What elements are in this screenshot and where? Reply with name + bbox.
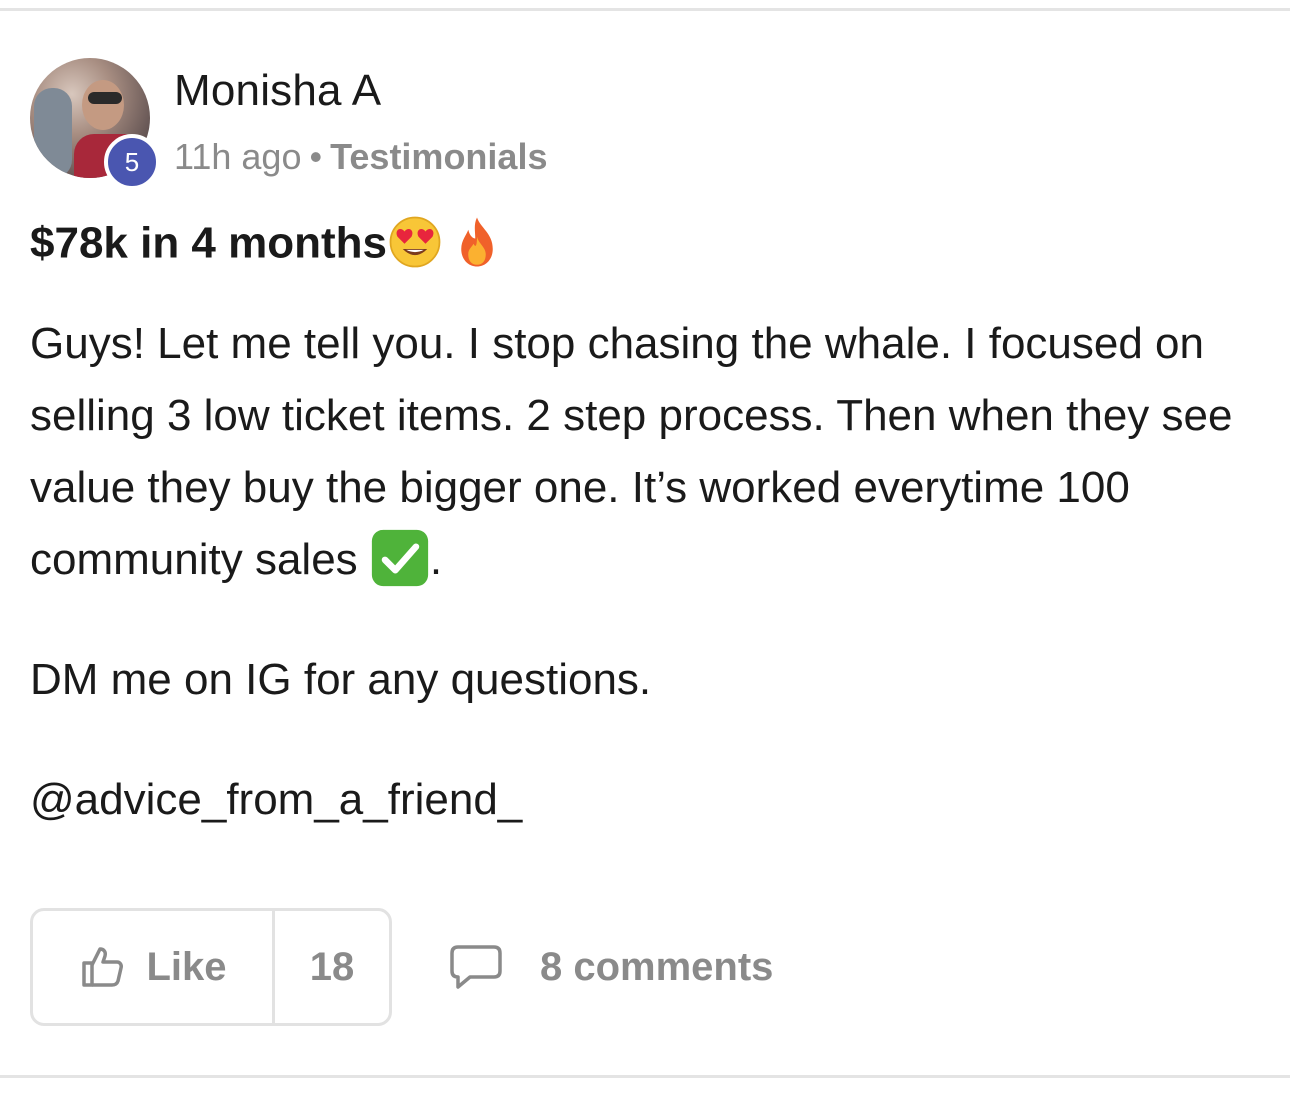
meta-separator: • [309, 136, 323, 177]
fire-emoji-icon [461, 217, 493, 267]
post-meta: 11h ago • Testimonials [174, 136, 547, 178]
post-card: 5 Monisha A 11h ago • Testimonials $78k in… [0, 0, 1290, 1097]
like-count[interactable]: 18 [275, 911, 389, 1023]
like-group: Like 18 [30, 908, 392, 1026]
comment-bubble-icon [450, 945, 502, 989]
comments-label: 8 comments [540, 944, 774, 989]
like-label: Like [146, 944, 227, 989]
comments-button[interactable]: 8 comments [448, 908, 773, 1026]
post-time: 11h ago [174, 136, 302, 177]
body-paragraph-2: DM me on IG for any questions. [30, 655, 652, 704]
post-title[interactable]: $78k in 4 months [30, 216, 505, 274]
author-avatar-wrapper[interactable]: 5 [30, 58, 160, 190]
author-name[interactable]: Monisha A [174, 66, 381, 116]
bottom-divider [0, 1075, 1290, 1078]
like-button[interactable]: Like [33, 911, 275, 1023]
check-mark-icon [371, 530, 429, 587]
post-body: Guys! Let me tell you. I stop chasing th… [30, 308, 1260, 836]
category-link[interactable]: Testimonials [330, 136, 547, 177]
heart-eyes-emoji-icon [389, 216, 441, 268]
post-title-text: $78k in 4 months [30, 218, 388, 268]
thumbs-up-icon [82, 947, 124, 987]
body-paragraph-1: Guys! Let me tell you. I stop chasing th… [30, 308, 1260, 596]
body-paragraph-3[interactable]: @advice_from_a_friend_ [30, 764, 1260, 836]
level-badge: 5 [104, 134, 160, 190]
